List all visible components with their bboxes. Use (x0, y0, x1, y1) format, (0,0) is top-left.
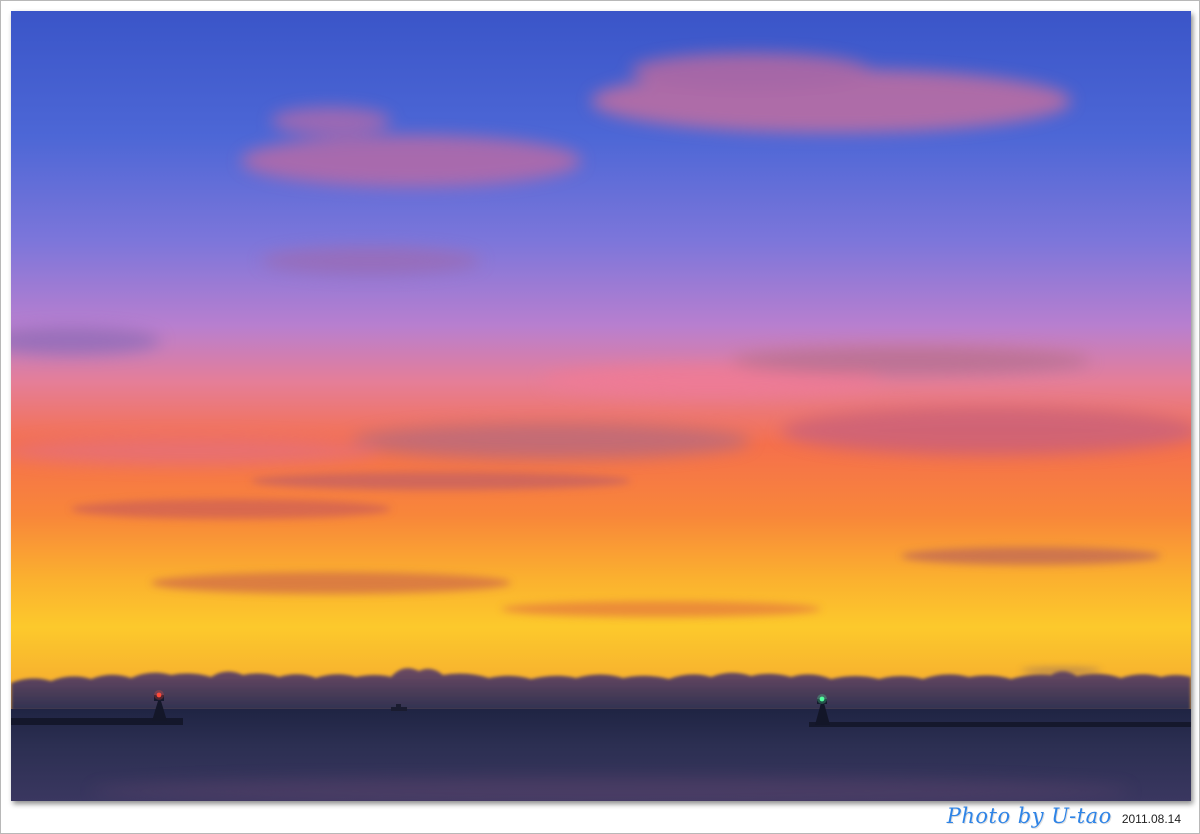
photographer-signature: Photo by U-tao (946, 804, 1112, 828)
photo-caption: Photo by U-tao 2011.08.14 (947, 804, 1181, 830)
photo-frame: Photo by U-tao 2011.08.14 (0, 0, 1200, 834)
sunset-photo (11, 11, 1191, 801)
photo-date: 2011.08.14 (1121, 812, 1181, 826)
